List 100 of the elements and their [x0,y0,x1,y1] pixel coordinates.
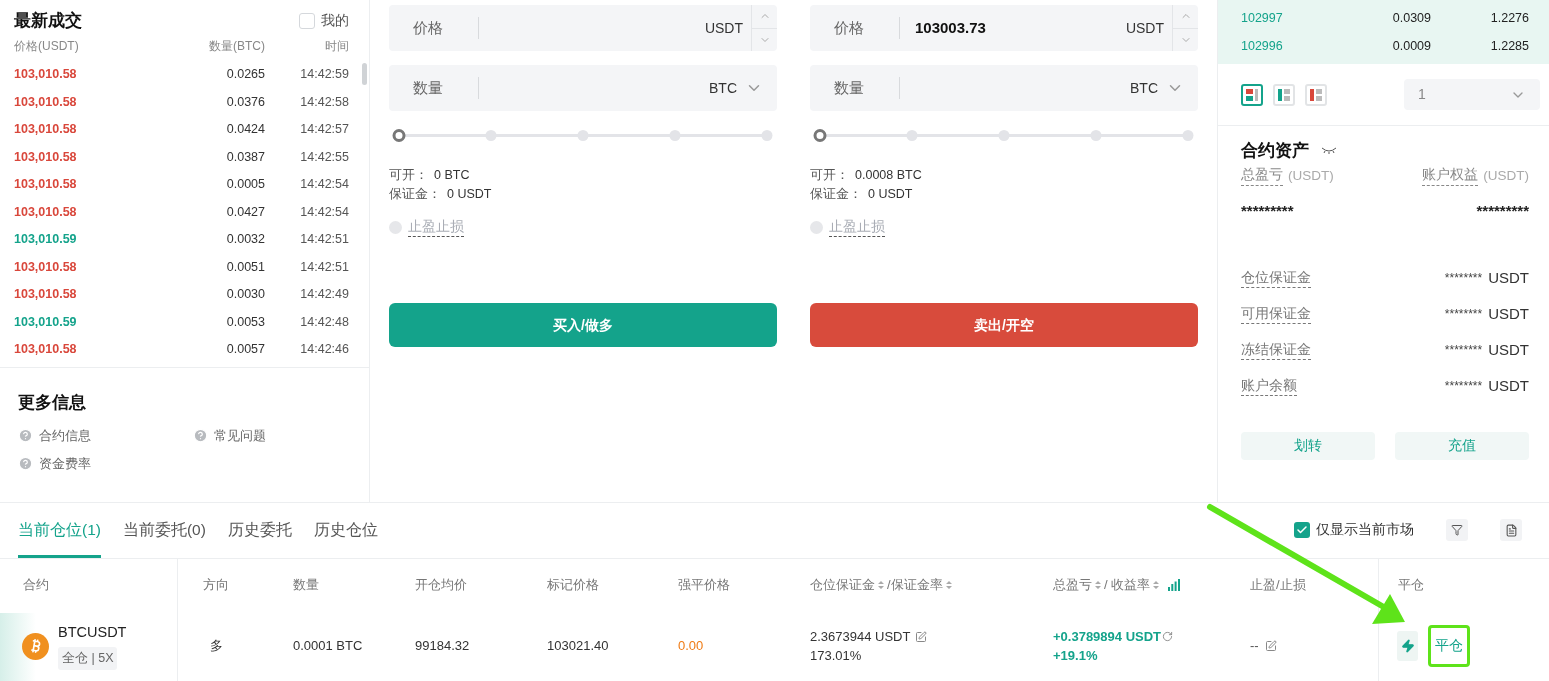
section-title: 合约资产 [1241,140,1309,162]
sort-icon[interactable] [945,580,952,590]
asset-label[interactable]: 仓位保证金 [1241,268,1311,289]
summary-label[interactable]: 账户权益 [1422,165,1479,186]
section-title: 更多信息 [18,392,87,414]
trade-amount: 0.0030 [225,286,265,304]
slider-track[interactable] [392,129,774,142]
checkbox-label: 仅显示当前市场 [1316,520,1414,539]
trade-amount: 0.0424 [225,121,265,139]
refresh-icon[interactable] [1162,631,1174,642]
check-icon [1296,524,1308,536]
edit-icon[interactable] [1264,640,1277,652]
filter-button[interactable] [1446,519,1468,541]
panel-title: 最新成交 [14,9,82,32]
scrollbar-thumb[interactable] [362,63,367,85]
asset-label[interactable]: 可用保证金 [1241,304,1311,325]
view-mode-button[interactable] [1241,83,1263,106]
mine-checkbox[interactable] [299,12,315,29]
column-header: / 收益率 [1104,576,1151,595]
market-checkbox[interactable] [1294,522,1310,538]
info-link[interactable]: 资金费率 [18,454,193,474]
tpsl-radio[interactable] [810,220,823,234]
info-label: 保证金： [810,186,862,203]
deposit-button[interactable]: 充值 [1395,432,1529,461]
trade-time: 14:42:49 [299,286,349,304]
entry-price: 99184.32 [415,637,471,656]
asset-label[interactable]: 账户余额 [1241,376,1297,397]
unit-label: BTC [709,78,738,98]
position-tab[interactable]: 历史委托 [227,517,292,558]
slider-thumb[interactable] [813,129,827,142]
slider-track[interactable] [813,129,1195,142]
trade-price: 103,010.58 [14,93,78,111]
amount-field[interactable]: 数量 BTC [389,65,777,111]
margin-rate: 173.01% [810,647,863,665]
trade-amount: 0.0387 [225,148,265,166]
sell-short-button[interactable]: 卖出/开空 [810,303,1198,347]
liquidation-price: 0.00 [678,637,705,656]
sort-icon[interactable] [1153,580,1160,590]
column-header: 时间 [324,38,349,55]
position-tab[interactable]: 当前仓位(1) [18,517,101,558]
flash-close-button[interactable] [1397,631,1418,661]
slider-thumb[interactable] [392,129,406,142]
edit-icon[interactable] [915,630,928,643]
trade-amount: 0.0265 [225,66,265,84]
info-value: 0 USDT [447,186,492,203]
masked-value: ******** [1444,342,1483,360]
column-header: 方向 [203,576,229,595]
book-amount: 0.0009 [1391,37,1431,55]
trade-price: 103,010.58 [14,286,78,304]
trade-amount: 0.0005 [225,176,265,194]
column-header: 止盈/止损 [1250,576,1306,595]
unit-label: USDT [1125,18,1165,38]
column-header: 强平价格 [678,576,730,595]
contract-symbol: BTCUSDT [58,623,127,643]
tpsl-radio[interactable] [389,220,402,234]
column-header: 数量(BTC) [208,38,265,55]
roe-value: +19.1% [1053,647,1099,665]
trade-price: 103,010.58 [14,148,78,166]
eye-closed-icon[interactable] [1321,146,1337,155]
unit-label: USDT [704,18,744,38]
bar-chart-icon[interactable] [1168,579,1181,591]
trade-price: 103,010.59 [14,313,78,331]
field-label: 价格 [389,17,479,39]
trade-amount: 0.0053 [225,313,265,331]
asset-label[interactable]: 冻结保证金 [1241,340,1311,361]
transfer-button[interactable]: 划转 [1241,432,1375,461]
field-label: 数量 [810,77,900,99]
summary-label[interactable]: 总盈亏 [1241,165,1283,186]
trade-amount: 0.0427 [225,203,265,221]
info-link[interactable]: 常见问题 [193,425,351,445]
price-field[interactable]: 价格 USDT [389,5,777,51]
masked-value: ********* [1476,200,1529,221]
position-tab[interactable]: 历史仓位 [313,517,378,558]
precision-select[interactable]: 1 [1404,79,1540,110]
trade-time: 14:42:59 [299,66,349,84]
column-header: 平仓 [1398,576,1424,595]
info-value: 0.0008 BTC [855,167,922,184]
trade-amount: 0.0057 [225,341,265,359]
price-field[interactable]: 价格 103003.73 USDT [810,5,1198,51]
book-total: 1.2285 [1489,37,1529,55]
trade-price: 103,010.58 [14,341,78,359]
info-link[interactable]: 合约信息 [18,425,193,445]
position-tab[interactable]: 当前委托(0) [122,517,206,558]
trade-time: 14:42:51 [299,231,349,249]
unit-label: USDT [1488,340,1529,360]
trade-price: 103,010.58 [14,203,78,221]
lightning-icon [1400,639,1415,653]
unit-label: USDT [1488,304,1529,324]
filter-icon [1451,524,1463,536]
info-label: 保证金： [389,186,441,203]
column-header: 价格(USDT) [14,38,80,55]
buy-long-button[interactable]: 买入/做多 [389,303,777,347]
amount-field[interactable]: 数量 BTC [810,65,1198,111]
sort-icon[interactable] [1095,580,1101,590]
masked-value: ******** [1444,306,1483,324]
document-button[interactable] [1500,519,1522,541]
close-position-button[interactable]: 平仓 [1428,625,1470,667]
sort-icon[interactable] [878,580,884,590]
column-header: 数量 [293,576,319,595]
margin-mode-tag: 全仓 | 5X [58,646,118,670]
